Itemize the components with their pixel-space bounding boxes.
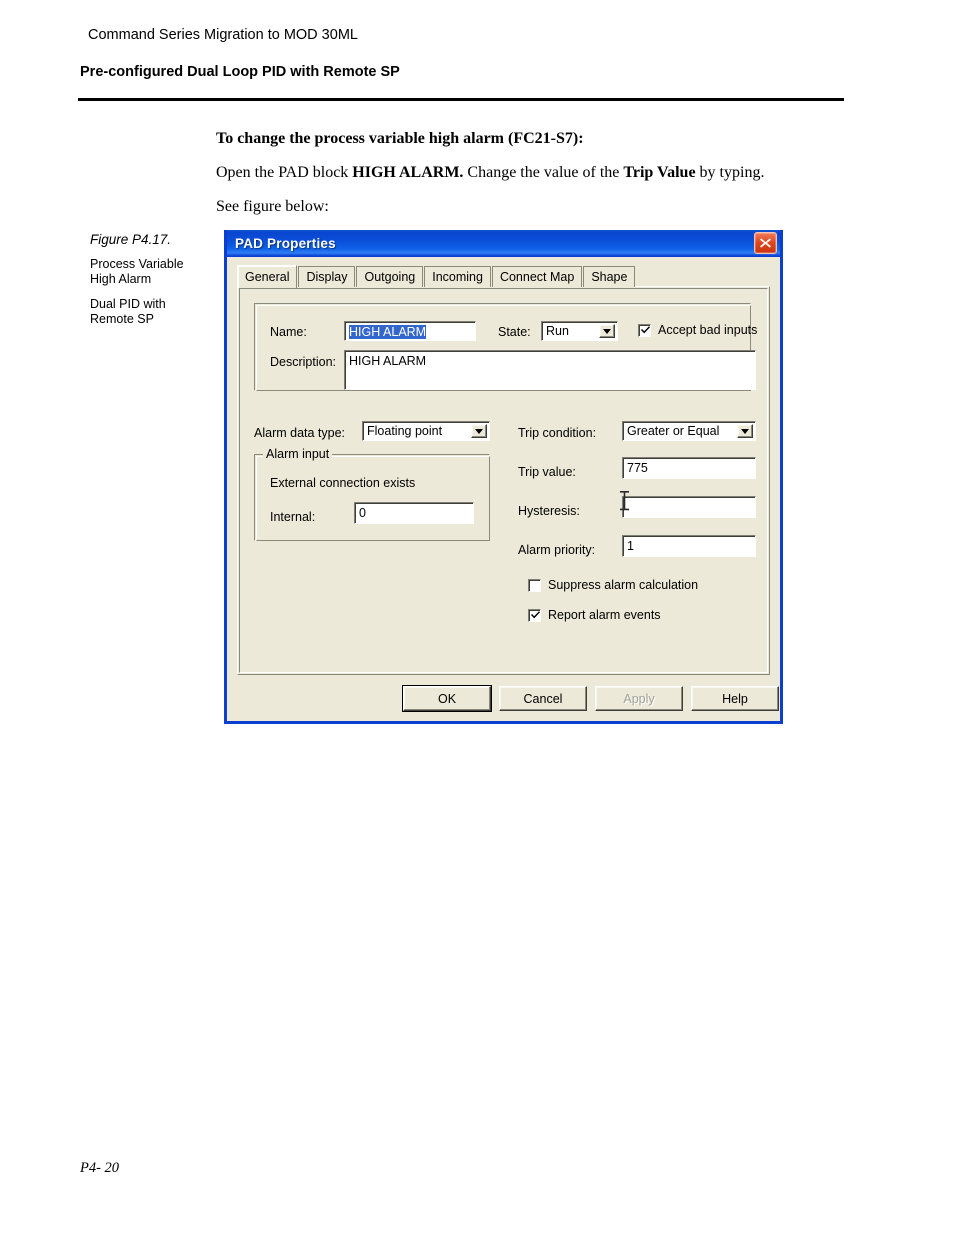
trip-condition-value: Greater or Equal (627, 424, 720, 438)
alarm-priority-input-value: 1 (627, 539, 634, 553)
description-label: Description: (270, 355, 336, 369)
state-select-value: Run (546, 324, 569, 338)
accept-bad-inputs-checkbox[interactable]: Accept bad inputs (638, 323, 757, 337)
tab-shape[interactable]: Shape (583, 266, 636, 287)
tab-strip: General Display Outgoing Incoming Connec… (237, 265, 770, 288)
tab-display-label: Display (306, 270, 348, 284)
report-alarm-checkbox[interactable]: Report alarm events (528, 608, 661, 622)
see-figure-text: See figure below: (216, 198, 329, 215)
state-select[interactable]: Run (541, 321, 618, 341)
section-head: Pre-configured Dual Loop PID with Remote… (80, 64, 400, 80)
help-button[interactable]: Help (691, 686, 779, 711)
name-label: Name: (270, 325, 307, 339)
internal-input-value: 0 (359, 506, 366, 520)
chevron-down-icon[interactable] (599, 324, 615, 338)
description-input-value: HIGH ALARM (349, 354, 427, 368)
tab-general[interactable]: General (237, 265, 298, 288)
alarm-input-groupbox: Alarm input (254, 447, 490, 541)
hysteresis-label: Hysteresis: (518, 504, 580, 518)
ok-button[interactable]: OK (402, 685, 492, 712)
figure-caption-line2: Dual PID with Remote SP (90, 297, 166, 326)
alarm-priority-label: Alarm priority: (518, 543, 596, 557)
alarm-data-type-value: Floating point (367, 424, 443, 438)
pad-properties-dialog: PAD Properties General Display Outgoing … (224, 230, 783, 724)
running-head: Command Series Migration to MOD 30ML (88, 27, 358, 43)
tab-incoming[interactable]: Incoming (424, 266, 491, 287)
tab-incoming-label: Incoming (432, 270, 483, 284)
dialog-button-row: OK Cancel Apply Help (237, 685, 779, 712)
suppress-alarm-checkbox[interactable]: Suppress alarm calculation (528, 578, 698, 592)
alarm-priority-input[interactable]: 1 (622, 535, 756, 557)
alarm-data-type-label: Alarm data type: (254, 426, 346, 440)
accept-bad-inputs-label: Accept bad inputs (658, 323, 758, 337)
report-alarm-box[interactable] (528, 609, 541, 622)
cancel-button-label: Cancel (523, 691, 563, 706)
cancel-button[interactable]: Cancel (499, 686, 587, 711)
suppress-alarm-label: Suppress alarm calculation (548, 578, 699, 592)
trip-condition-label: Trip condition: (518, 426, 597, 440)
tab-connect-map-label: Connect Map (499, 270, 575, 284)
tab-shape-label: Shape (591, 270, 628, 284)
page-number: P4- 20 (80, 1160, 120, 1176)
internal-label: Internal: (270, 510, 316, 524)
apply-button: Apply (595, 686, 683, 711)
alarm-data-type-select[interactable]: Floating point (362, 421, 490, 441)
para-text-d: Trip Value (623, 164, 696, 181)
general-tab-panel: Name: HIGH ALARM State: Run Accept bad i… (237, 286, 770, 675)
header-rule (78, 98, 844, 101)
alarm-input-group-title: Alarm input (263, 447, 333, 461)
dialog-titlebar[interactable]: PAD Properties (227, 230, 780, 257)
suppress-alarm-box[interactable] (528, 579, 541, 592)
dialog-title: PAD Properties (235, 235, 336, 251)
apply-button-label: Apply (623, 691, 655, 706)
para-text-a: Open the PAD block (216, 164, 353, 181)
hysteresis-input[interactable] (622, 496, 756, 518)
ok-button-label: OK (437, 691, 457, 706)
chevron-down-icon[interactable] (471, 424, 487, 438)
tab-connect-map[interactable]: Connect Map (491, 266, 583, 287)
accept-bad-inputs-box[interactable] (638, 324, 651, 337)
report-alarm-label: Report alarm events (548, 608, 661, 622)
help-button-label: Help (722, 691, 748, 706)
chevron-down-icon[interactable] (737, 424, 753, 438)
name-input-value: HIGH ALARM (349, 325, 427, 339)
tab-outgoing-label: Outgoing (364, 270, 416, 284)
dialog-body: General Display Outgoing Incoming Connec… (227, 257, 780, 721)
close-icon[interactable] (754, 232, 777, 254)
external-connection-text: External connection exists (270, 476, 416, 490)
tab-general-label: General (245, 270, 290, 284)
para-text-e: by typing. (695, 164, 765, 181)
para-text-b: HIGH ALARM. (352, 164, 464, 181)
name-input[interactable]: HIGH ALARM (344, 321, 476, 341)
internal-input[interactable]: 0 (354, 502, 474, 524)
tab-outgoing[interactable]: Outgoing (356, 266, 424, 287)
description-input[interactable]: HIGH ALARM (344, 350, 756, 390)
state-label: State: (498, 325, 531, 339)
trip-condition-select[interactable]: Greater or Equal (622, 421, 756, 441)
instruction-heading: To change the process variable high alar… (216, 130, 584, 147)
instruction-paragraph: Open the PAD block HIGH ALARM. Change th… (216, 164, 764, 182)
trip-value-label: Trip value: (518, 465, 576, 479)
trip-value-input-value: 775 (627, 461, 648, 475)
figure-caption: Figure P4.17. Process Variable High Alar… (90, 232, 210, 327)
trip-value-input[interactable]: 775 (622, 457, 756, 479)
figure-caption-line1: Process Variable High Alarm (90, 257, 184, 286)
para-text-c: Change the value of the (463, 164, 624, 181)
figure-number: Figure P4.17. (90, 232, 172, 247)
tab-display[interactable]: Display (298, 266, 356, 287)
